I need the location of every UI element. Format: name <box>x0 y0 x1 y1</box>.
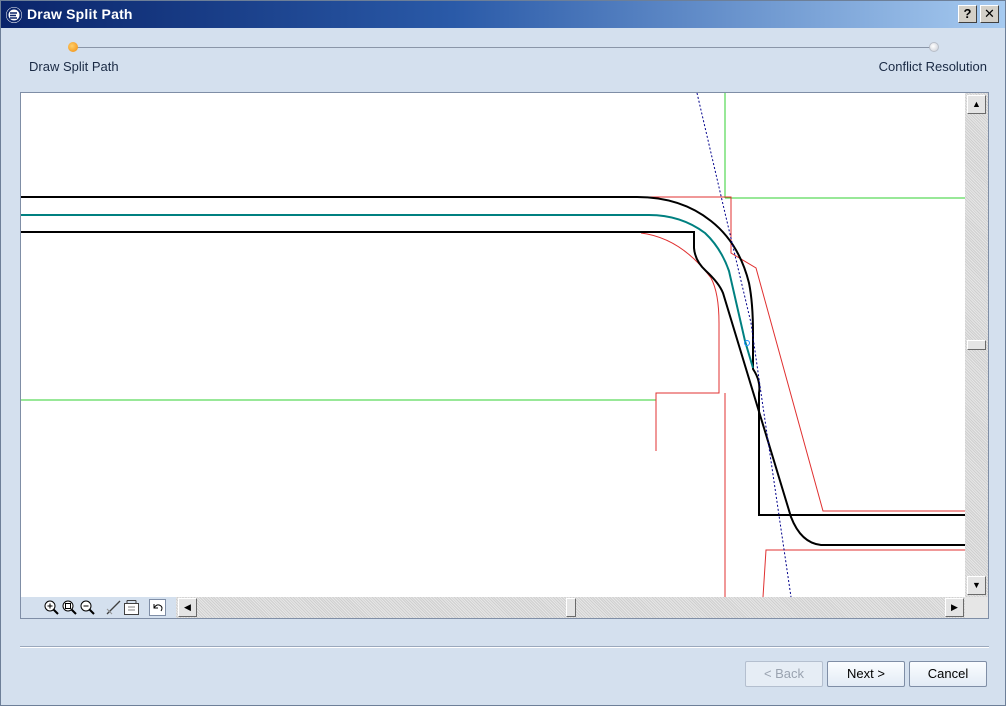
boundary-red-lower <box>762 549 965 597</box>
button-separator <box>20 646 989 648</box>
vertical-scroll-thumb[interactable] <box>967 340 986 350</box>
next-button[interactable]: Next > <box>827 661 905 687</box>
step-indicator-conflict-resolution <box>929 42 939 52</box>
centerline-path <box>21 214 754 369</box>
horizontal-scroll-thumb[interactable] <box>566 598 576 617</box>
back-button[interactable]: < Back <box>745 661 823 687</box>
step-label-draw-split-path: Draw Split Path <box>29 59 119 74</box>
draw-line-icon[interactable] <box>105 599 122 616</box>
scrollbar-corner <box>965 597 988 618</box>
drawing-canvas[interactable] <box>21 93 965 597</box>
title-bar[interactable]: Draw Split Path ? ✕ <box>1 1 1005 28</box>
help-button[interactable]: ? <box>958 5 977 23</box>
zoom-in-icon[interactable] <box>43 599 60 616</box>
road-outline-outer <box>21 196 965 516</box>
undo-icon[interactable] <box>149 599 166 616</box>
close-button[interactable]: ✕ <box>980 5 999 23</box>
scroll-down-button[interactable]: ▼ <box>967 576 986 595</box>
fit-view-icon[interactable] <box>123 599 140 616</box>
boundary-red-inner <box>640 232 720 451</box>
drawing-canvas-frame: ▲ ▼ ◀ ▶ <box>20 92 989 619</box>
zoom-toolbar <box>21 597 176 618</box>
vertical-scrollbar[interactable]: ▲ ▼ <box>965 93 988 597</box>
step-indicator-draw-split-path <box>68 42 78 52</box>
road-drawing[interactable] <box>21 93 965 597</box>
zoom-out-icon[interactable] <box>79 599 96 616</box>
scroll-left-button[interactable]: ◀ <box>178 598 197 617</box>
app-icon <box>6 7 22 23</box>
wizard-progress-track <box>73 47 935 48</box>
boundary-red-top <box>631 196 965 512</box>
scroll-right-button[interactable]: ▶ <box>945 598 964 617</box>
cancel-button[interactable]: Cancel <box>909 661 987 687</box>
draw-split-path-dialog: Draw Split Path ? ✕ Draw Split Path Conf… <box>0 0 1006 706</box>
scroll-up-button[interactable]: ▲ <box>967 95 986 114</box>
window-title: Draw Split Path <box>27 6 133 22</box>
horizontal-scrollbar[interactable]: ◀ ▶ <box>176 597 965 618</box>
road-outline-inner <box>21 231 965 546</box>
step-label-conflict-resolution: Conflict Resolution <box>878 59 987 74</box>
zoom-window-icon[interactable] <box>61 599 78 616</box>
